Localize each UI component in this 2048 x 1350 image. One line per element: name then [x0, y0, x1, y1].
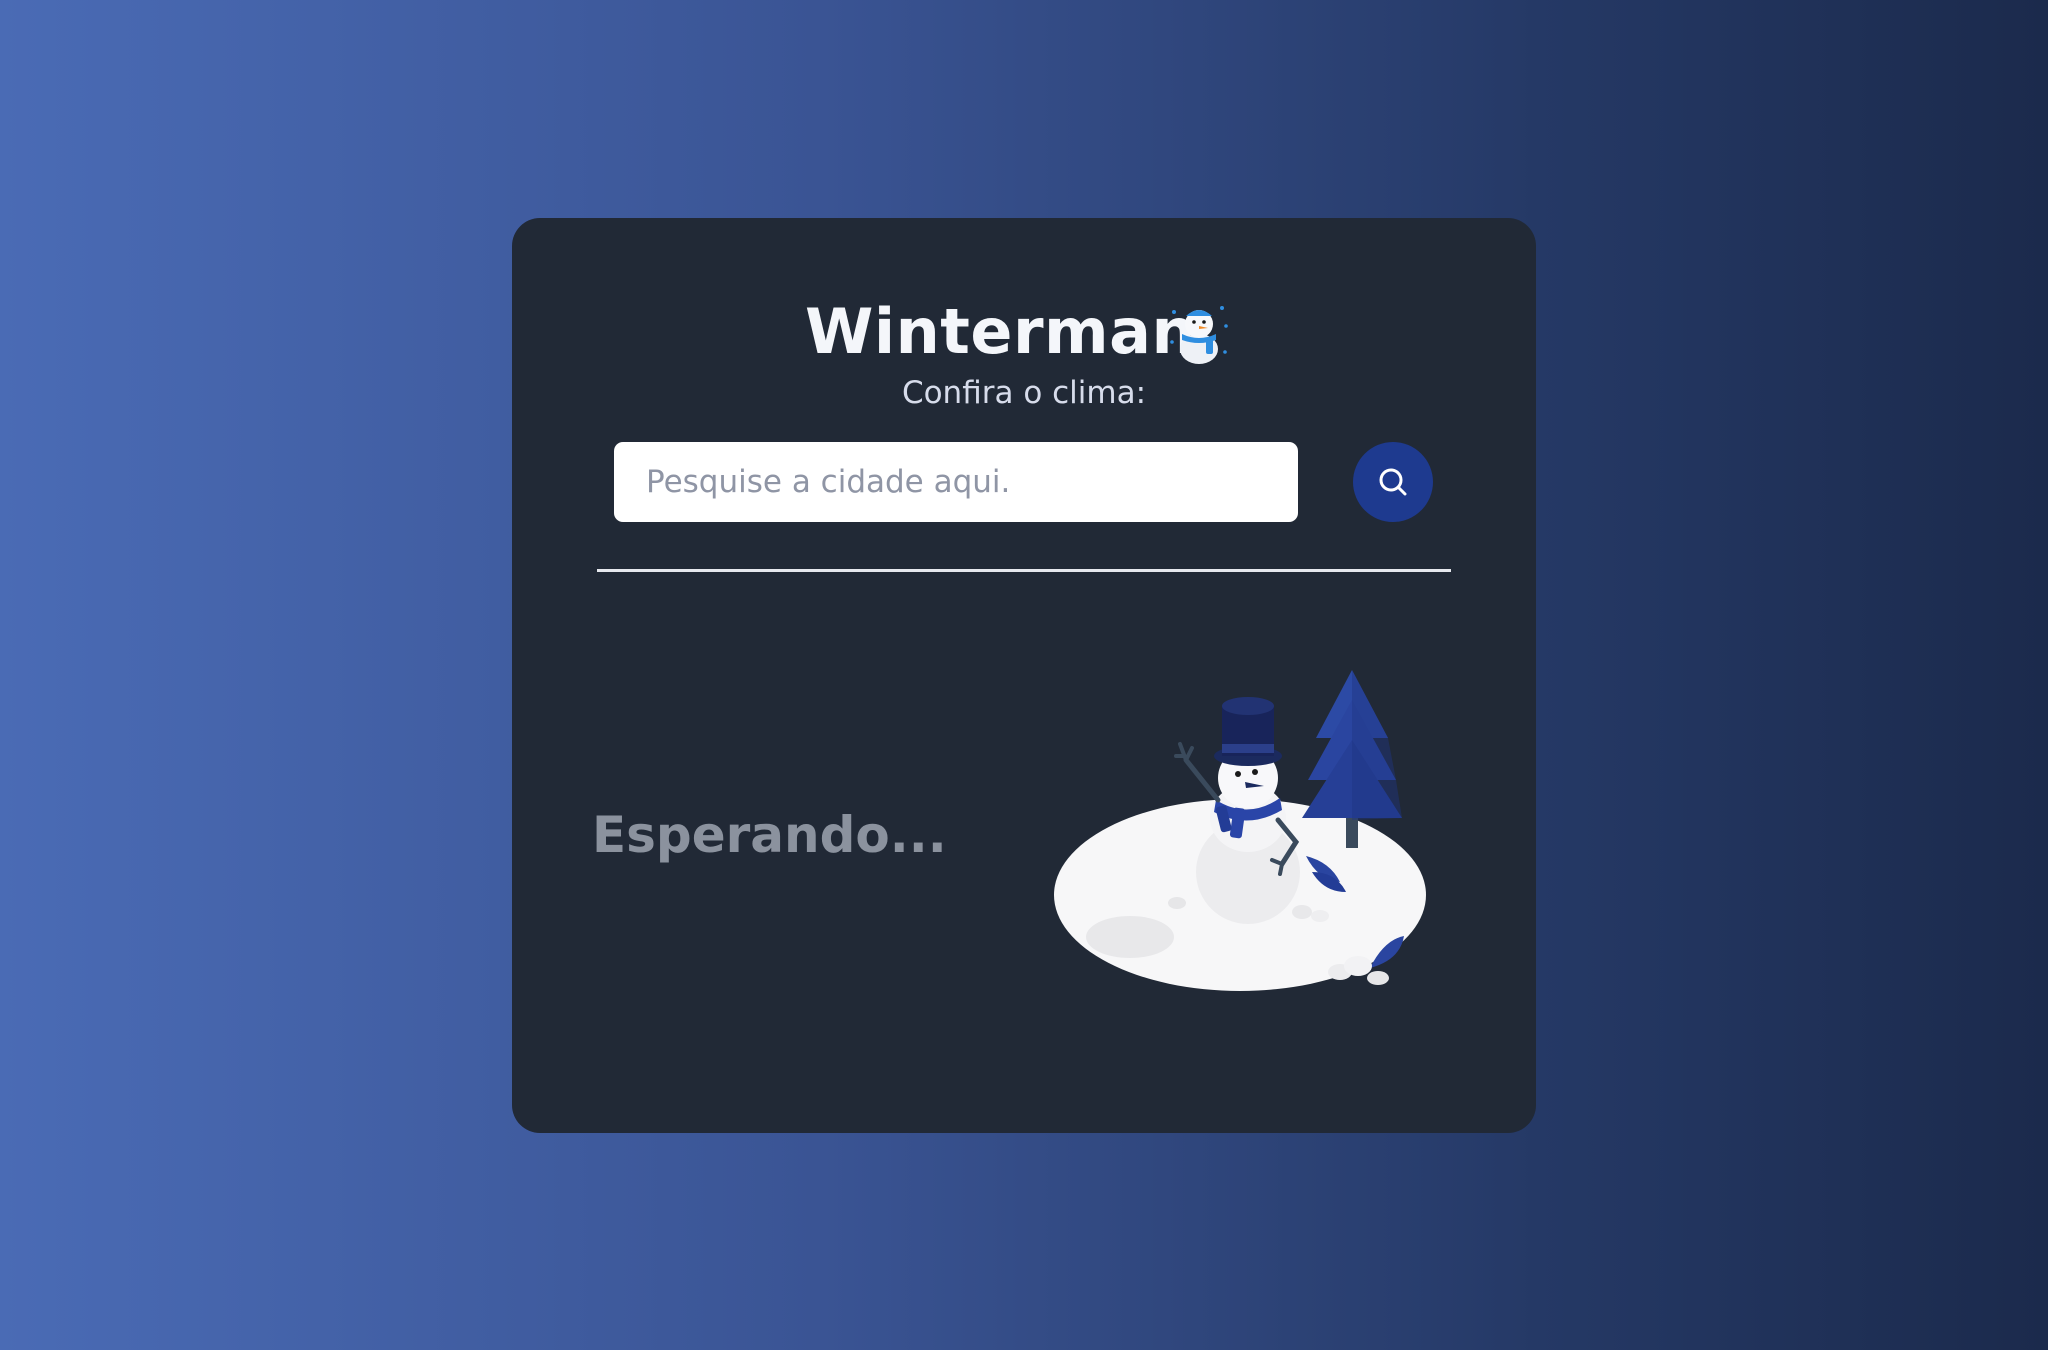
search-input[interactable] [614, 442, 1298, 522]
search-button[interactable] [1353, 442, 1433, 522]
app-title: Winterman [805, 295, 1197, 368]
status-text: Esperando... [592, 806, 947, 864]
snowman-illustration [1054, 670, 1426, 991]
snowman-emoji-icon [1170, 306, 1228, 364]
subtitle: Confira o clima: [901, 375, 1147, 411]
search-icon [1379, 468, 1407, 496]
divider [597, 569, 1451, 572]
